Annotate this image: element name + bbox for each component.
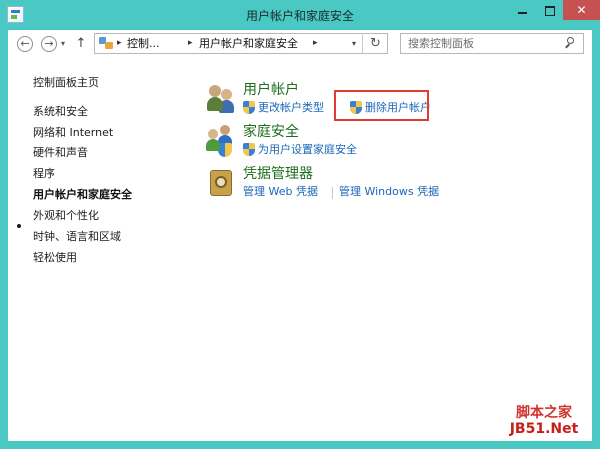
watermark-line-1: 脚本之家 xyxy=(516,405,572,421)
title-bar: 用户帐户和家庭安全 ✕ xyxy=(0,0,600,30)
up-button[interactable]: ↑ xyxy=(74,35,88,53)
current-page-bullet-icon xyxy=(17,224,21,228)
nav-network-internet[interactable]: 网络和 Internet xyxy=(33,126,113,140)
nav-user-accounts-current: 用户帐户和家庭安全 xyxy=(33,188,132,201)
link-divider xyxy=(332,187,333,199)
category-title-family-safety[interactable]: 家庭安全 xyxy=(243,123,299,141)
nav-appearance[interactable]: 外观和个性化 xyxy=(33,209,99,223)
manage-web-credentials-link[interactable]: 管理 Web 凭据 xyxy=(243,185,318,199)
uac-shield-icon xyxy=(243,101,255,114)
category-title-user-accounts[interactable]: 用户帐户 xyxy=(243,81,299,99)
breadcrumb-separator-icon[interactable]: ▸ xyxy=(188,36,193,50)
breadcrumb-current[interactable]: 用户帐户和家庭安全 xyxy=(199,37,298,51)
close-button[interactable]: ✕ xyxy=(563,0,600,20)
maximize-button[interactable] xyxy=(536,0,563,20)
credential-manager-icon[interactable] xyxy=(206,167,238,199)
navigation-bar: ← → ▾ ↑ ▸ 控制... ▸ 用户帐户和家庭安全 ▸ ▾ ↻ xyxy=(8,30,592,60)
nav-system-security[interactable]: 系统和安全 xyxy=(33,105,88,119)
control-panel-icon xyxy=(99,37,113,50)
nav-programs[interactable]: 程序 xyxy=(33,167,55,181)
back-button[interactable]: ← xyxy=(17,36,33,52)
address-bar[interactable]: ▸ 控制... ▸ 用户帐户和家庭安全 ▸ ▾ ↻ xyxy=(94,33,388,54)
nav-hardware-sound[interactable]: 硬件和声音 xyxy=(33,146,88,160)
address-dropdown-button[interactable]: ▾ xyxy=(348,36,360,51)
refresh-button[interactable]: ↻ xyxy=(362,33,388,54)
forward-button[interactable]: → xyxy=(41,36,57,52)
search-input[interactable] xyxy=(401,34,568,53)
watermark-line-2: JB51.Net xyxy=(509,421,579,437)
breadcrumb-control-panel[interactable]: 控制... xyxy=(127,37,160,51)
breadcrumb-separator-icon[interactable]: ▸ xyxy=(117,36,122,50)
search-icon[interactable] xyxy=(564,36,578,51)
control-panel-window: 用户帐户和家庭安全 ✕ ← → ▾ ↑ ▸ 控制... ▸ 用户帐户和家庭安全 … xyxy=(0,0,600,449)
nav-clock-language-region[interactable]: 时钟、语言和区域 xyxy=(33,230,121,244)
family-safety-icon[interactable] xyxy=(206,125,238,157)
recent-locations-button[interactable]: ▾ xyxy=(61,38,71,50)
manage-windows-credentials-link[interactable]: 管理 Windows 凭据 xyxy=(339,185,439,199)
watermark: 脚本之家 JB51.Net xyxy=(504,405,584,437)
left-navigation: 控制面板主页 系统和安全 网络和 Internet 硬件和声音 程序 用户帐户和… xyxy=(8,60,188,440)
minimize-button[interactable] xyxy=(509,0,536,20)
set-up-family-safety-link[interactable]: 为用户设置家庭安全 xyxy=(258,143,357,157)
category-title-credential-manager[interactable]: 凭据管理器 xyxy=(243,165,313,183)
change-account-type-link[interactable]: 更改帐户类型 xyxy=(258,101,324,115)
search-box[interactable] xyxy=(400,33,584,54)
client-area: ← → ▾ ↑ ▸ 控制... ▸ 用户帐户和家庭安全 ▸ ▾ ↻ 控制面板主页… xyxy=(8,30,592,441)
breadcrumb-separator-icon[interactable]: ▸ xyxy=(313,36,318,50)
minimize-icon xyxy=(518,11,527,14)
users-icon[interactable] xyxy=(206,83,238,115)
highlight-box xyxy=(334,90,429,121)
uac-shield-icon xyxy=(243,143,255,156)
control-panel-home-link[interactable]: 控制面板主页 xyxy=(33,76,99,90)
maximize-icon xyxy=(544,5,555,16)
nav-ease-of-access[interactable]: 轻松使用 xyxy=(33,251,77,265)
